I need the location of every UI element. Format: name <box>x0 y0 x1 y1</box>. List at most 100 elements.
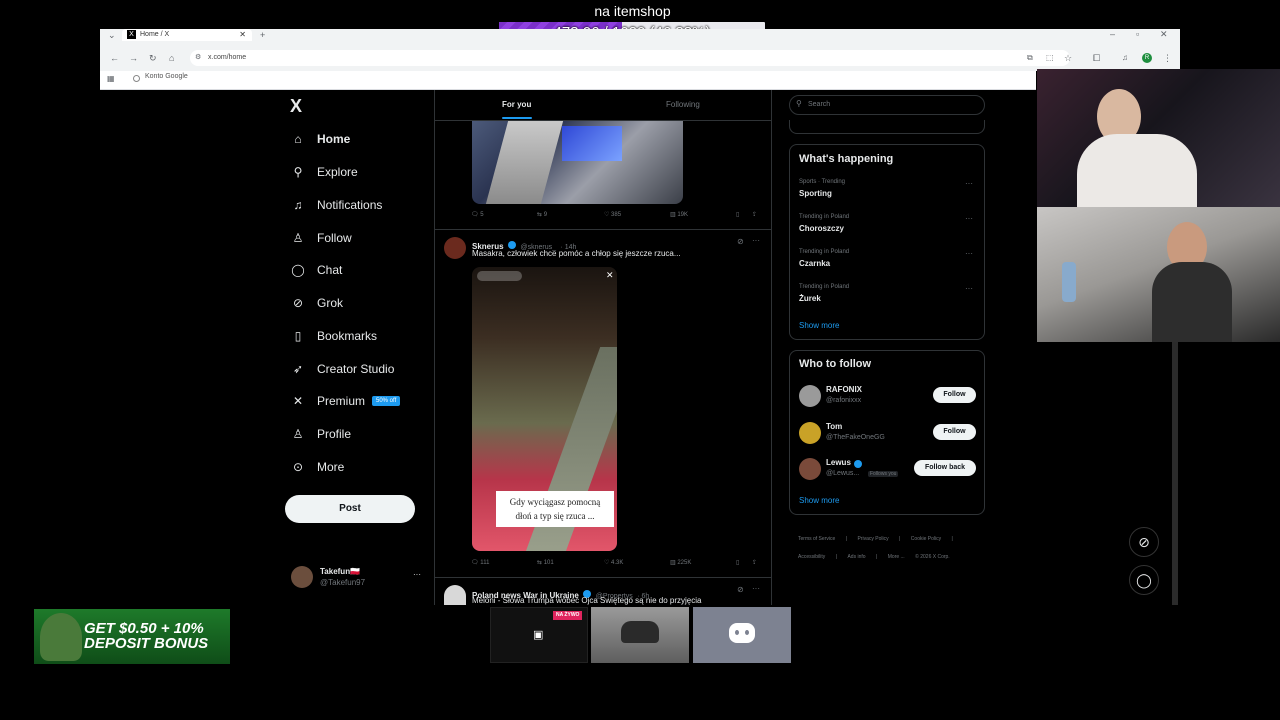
like-button[interactable]: ♡ 385 <box>604 211 621 218</box>
media-icon[interactable]: ♫ <box>1122 52 1128 64</box>
account-more-icon[interactable]: ··· <box>413 570 421 579</box>
trend-item[interactable]: Trending in Poland Czarnka ··· <box>790 245 984 275</box>
nav-notifications[interactable]: ♫ Notifications <box>291 194 383 216</box>
follow-suggestion[interactable]: Lewus @Lewus... Follows you Follow back <box>790 455 984 483</box>
tab-close-icon[interactable]: ✕ <box>239 29 246 41</box>
suggestion-handle: @Lewus... <box>826 470 860 477</box>
tweet-video[interactable]: ✕ Gdy wyciągasz pomocną dłoń a typ się r… <box>472 267 617 551</box>
trend-item[interactable]: Trending in Poland Żurek ··· <box>790 280 984 310</box>
who-to-follow-title: Who to follow <box>799 358 872 370</box>
page-scrollbar[interactable] <box>1172 340 1178 605</box>
follow-suggestion[interactable]: RAFONIX @rafonixxx Follow <box>790 382 984 410</box>
search-input[interactable]: Search <box>789 95 985 115</box>
bookmark-tweet-icon[interactable]: ▯ <box>736 559 739 566</box>
translate-icon[interactable]: ⧉ <box>1027 52 1033 64</box>
taskbar-thumb-car[interactable] <box>591 607 689 663</box>
follow-back-button[interactable]: Follow back <box>914 460 976 476</box>
trend-more-icon[interactable]: ··· <box>965 214 973 223</box>
trends-show-more[interactable]: Show more <box>799 321 839 330</box>
tab-search-icon[interactable]: ⌄ <box>108 29 116 41</box>
browser-tab-active[interactable]: Home / X ✕ <box>122 29 252 41</box>
trend-item[interactable]: Trending in Poland Choroszczy ··· <box>790 210 984 240</box>
chrome-menu-icon[interactable]: ⋮ <box>1163 52 1172 64</box>
add-person-icon: ♙ <box>292 231 304 245</box>
follow-button[interactable]: Follow <box>933 424 976 440</box>
nav-bookmarks[interactable]: ▯ Bookmarks <box>291 325 377 347</box>
nav-grok[interactable]: ⊘ Grok <box>291 292 343 314</box>
grok-tweet-icon[interactable]: ⊘ <box>737 585 744 594</box>
home-browser-icon[interactable]: ⌂ <box>169 52 174 64</box>
maximize-icon[interactable]: ▫ <box>1136 28 1139 40</box>
back-icon[interactable]: ← <box>110 52 119 64</box>
new-tab-icon[interactable]: + <box>260 29 265 41</box>
x-favicon-icon: X <box>127 30 136 39</box>
repost-button[interactable]: ⇆ 101 <box>537 559 554 566</box>
share-icon[interactable]: ⇪ <box>752 559 757 566</box>
tweet-text: Meloni - Słowa Trumpa wobec Ojca Święteg… <box>472 597 702 605</box>
suggestion-name: Lewus <box>826 458 851 467</box>
follow-suggestion[interactable]: Tom @TheFakeOneGG Follow <box>790 419 984 447</box>
footer-more[interactable]: More ... <box>888 554 905 560</box>
trend-name: Choroszczy <box>799 224 844 233</box>
footer-copyright: © 2026 X Corp. <box>915 554 950 560</box>
nav-creator-studio[interactable]: ➶ Creator Studio <box>291 358 394 380</box>
account-switcher[interactable]: Takefun🇵🇱 @Takefun97 ··· <box>291 566 423 590</box>
views-button[interactable]: ▥ 225K <box>670 559 691 566</box>
follow-button[interactable]: Follow <box>933 387 976 403</box>
trend-more-icon[interactable]: ··· <box>965 284 973 293</box>
window-close-icon[interactable]: ✕ <box>1160 28 1168 40</box>
reply-button[interactable]: 🗨 5 <box>471 211 484 218</box>
footer-terms[interactable]: Terms of Service <box>798 536 835 542</box>
views-button[interactable]: ▥ 19K <box>670 211 688 218</box>
star-icon[interactable]: ☆ <box>1064 52 1072 64</box>
tweet-image[interactable] <box>472 121 683 204</box>
grok-float-icon[interactable]: ⊘ <box>1129 527 1159 557</box>
footer-ads-info[interactable]: Ads info <box>847 554 865 560</box>
tweet-more-icon[interactable]: ··· <box>752 236 760 245</box>
reload-icon[interactable]: ↻ <box>149 52 157 64</box>
taskbar-thumb-stream[interactable]: NA ŻYWO ▣ <box>490 607 588 663</box>
address-bar[interactable]: x.com/home <box>190 50 1070 66</box>
trend-item[interactable]: Sports · Trending Sporting ··· <box>790 175 984 205</box>
apps-grid-icon[interactable]: ▦ <box>107 73 115 85</box>
nav-home[interactable]: ⌂ Home <box>291 128 350 150</box>
bookmark-tweet-icon[interactable]: ▯ <box>736 211 739 218</box>
tab-following[interactable]: Following <box>666 100 700 109</box>
trend-more-icon[interactable]: ··· <box>965 179 973 188</box>
x-logo[interactable]: X <box>290 96 302 117</box>
tab-for-you[interactable]: For you <box>502 100 531 109</box>
reply-button[interactable]: 🗨 111 <box>471 559 489 566</box>
footer-accessibility[interactable]: Accessibility <box>798 554 825 560</box>
like-button[interactable]: ♡ 4.3K <box>604 559 623 566</box>
nav-explore[interactable]: ⚲ Explore <box>291 161 358 183</box>
nav-follow[interactable]: ♙ Follow <box>291 227 352 249</box>
install-icon[interactable]: ⬚ <box>1046 52 1054 64</box>
webcam-shirt <box>1077 134 1197 207</box>
share-icon[interactable]: ⇪ <box>752 211 757 218</box>
tweet-avatar[interactable] <box>444 585 466 605</box>
nav-more[interactable]: ⊙ More <box>291 456 344 478</box>
tweet-avatar[interactable] <box>444 237 466 259</box>
messages-float-icon[interactable]: ◯ <box>1129 565 1159 595</box>
bookmarks-bar <box>100 71 1036 90</box>
video-close-icon[interactable]: ✕ <box>606 270 614 281</box>
site-info-icon[interactable]: ⚙ <box>195 52 201 64</box>
grok-tweet-icon[interactable]: ⊘ <box>737 237 744 246</box>
suggestion-avatar <box>799 385 821 407</box>
extensions-icon[interactable]: ⧠ <box>1093 52 1100 64</box>
footer-privacy[interactable]: Privacy Policy <box>857 536 888 542</box>
minimize-icon[interactable]: – <box>1110 28 1115 40</box>
post-button[interactable]: Post <box>285 495 415 523</box>
taskbar-thumb-discord[interactable] <box>693 607 791 663</box>
repost-button[interactable]: ⇆ 9 <box>537 211 547 218</box>
footer-cookie[interactable]: Cookie Policy <box>911 536 941 542</box>
profile-avatar[interactable]: R <box>1142 53 1152 63</box>
who-to-follow-show-more[interactable]: Show more <box>799 496 839 505</box>
nav-chat[interactable]: ◯ Chat <box>291 259 342 281</box>
tweet-more-icon[interactable]: ··· <box>752 584 760 593</box>
trend-more-icon[interactable]: ··· <box>965 249 973 258</box>
nav-premium[interactable]: ✕ Premium <box>291 390 365 412</box>
bookmark-google-account[interactable]: Konto Google <box>145 73 188 80</box>
nav-profile[interactable]: ♙ Profile <box>291 423 351 445</box>
forward-icon[interactable]: → <box>129 52 138 64</box>
